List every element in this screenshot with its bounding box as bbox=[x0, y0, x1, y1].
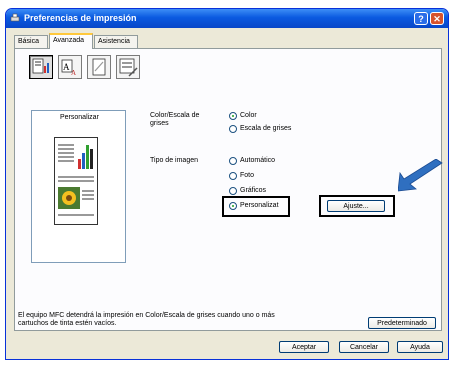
radio-auto-label[interactable]: Automático bbox=[240, 157, 275, 164]
preview-box: Personalizar bbox=[31, 110, 126, 263]
settings-button[interactable]: Ajuste... bbox=[327, 200, 385, 212]
document-thumbnail-icon bbox=[54, 137, 98, 225]
close-button[interactable]: ✕ bbox=[430, 12, 444, 25]
radio-color-label[interactable]: Color bbox=[240, 112, 257, 119]
radio-graphics[interactable] bbox=[229, 187, 237, 195]
help-title-button[interactable]: ? bbox=[414, 12, 428, 25]
image-type-label: Tipo de imagen bbox=[150, 157, 198, 164]
ok-button[interactable]: Aceptar bbox=[279, 341, 329, 353]
window-title: Preferencias de impresión bbox=[24, 13, 137, 23]
radio-graphics-label[interactable]: Gráficos bbox=[240, 187, 266, 194]
default-button[interactable]: Predeterminado bbox=[368, 317, 436, 329]
svg-text:A: A bbox=[63, 62, 70, 72]
radio-custom-label[interactable]: Personalizat bbox=[240, 202, 279, 209]
radio-grayscale[interactable] bbox=[229, 125, 237, 133]
tab-avanzada[interactable]: Avanzada bbox=[49, 33, 93, 49]
pointer-arrow-icon bbox=[398, 159, 443, 192]
radio-color[interactable] bbox=[229, 112, 237, 120]
radio-photo[interactable] bbox=[229, 172, 237, 180]
scaling-icon[interactable]: A A bbox=[58, 55, 82, 79]
page-setup-icon[interactable] bbox=[116, 55, 140, 79]
radio-photo-label[interactable]: Foto bbox=[240, 172, 254, 179]
cancel-button[interactable]: Cancelar bbox=[339, 341, 389, 353]
color-settings-icon[interactable] bbox=[29, 55, 53, 79]
radio-auto[interactable] bbox=[229, 157, 237, 165]
radio-custom[interactable] bbox=[229, 202, 237, 210]
radio-grayscale-label[interactable]: Escala de grises bbox=[240, 125, 291, 132]
print-preferences-window: Preferencias de impresión ? ✕ Básica Ava… bbox=[5, 8, 449, 360]
tab-asistencia[interactable]: Asistencia bbox=[94, 35, 138, 48]
color-mode-label: Color/Escala de grises bbox=[150, 112, 200, 127]
status-message: El equipo MFC detendrá la impresión en C… bbox=[18, 312, 275, 327]
preview-label: Personalizar bbox=[60, 114, 99, 121]
help-button[interactable]: Ayuda bbox=[397, 341, 443, 353]
tab-basica[interactable]: Básica bbox=[14, 35, 48, 48]
title-bar: Preferencias de impresión ? ✕ bbox=[6, 9, 448, 28]
svg-text:A: A bbox=[71, 69, 76, 77]
watermark-icon[interactable] bbox=[87, 55, 111, 79]
printer-icon bbox=[10, 13, 20, 22]
